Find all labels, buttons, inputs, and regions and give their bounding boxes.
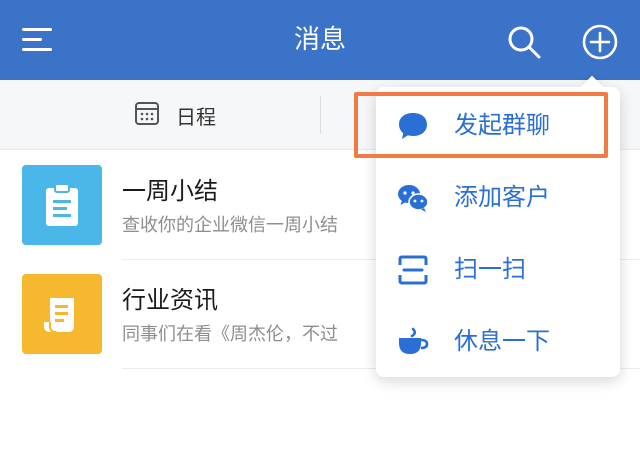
tab-schedule[interactable]: 日程 [134,80,216,150]
menu-item-label: 发起群聊 [454,111,550,139]
menu-item-label: 扫一扫 [454,255,526,283]
list-item-title: 行业资讯 [122,286,218,314]
list-item-title: 一周小结 [122,177,218,205]
search-icon[interactable] [504,22,544,62]
clipboard-icon [22,165,102,245]
plus-circle-icon[interactable] [580,22,620,62]
scan-icon [396,253,430,287]
tab-schedule-label: 日程 [176,104,216,129]
chat-bubble-icon [396,109,430,143]
menu-item-start-group-chat[interactable]: 发起群聊 [376,89,620,161]
calendar-icon [134,100,160,130]
menu-item-take-a-break[interactable]: 休息一下 [376,305,620,377]
menu-item-label: 休息一下 [454,327,550,355]
tab-divider [320,96,321,134]
list-item-subtitle: 同事们在看《周杰伦，不过 [122,324,338,345]
menu-item-label: 添加客户 [454,183,550,211]
menu-item-scan[interactable]: 扫一扫 [376,233,620,305]
top-bar: 消息 [0,0,640,80]
scroll-icon [22,274,102,354]
menu-item-add-customer[interactable]: 添加客户 [376,161,620,233]
coffee-cup-icon [396,325,430,359]
page-title: 消息 [293,25,346,55]
add-dropdown-menu: 发起群聊 添加客户 扫一扫 休息一下 [376,75,620,377]
list-item-subtitle: 查收你的企业微信一周小结 [122,215,338,236]
wechat-icon [396,181,430,215]
